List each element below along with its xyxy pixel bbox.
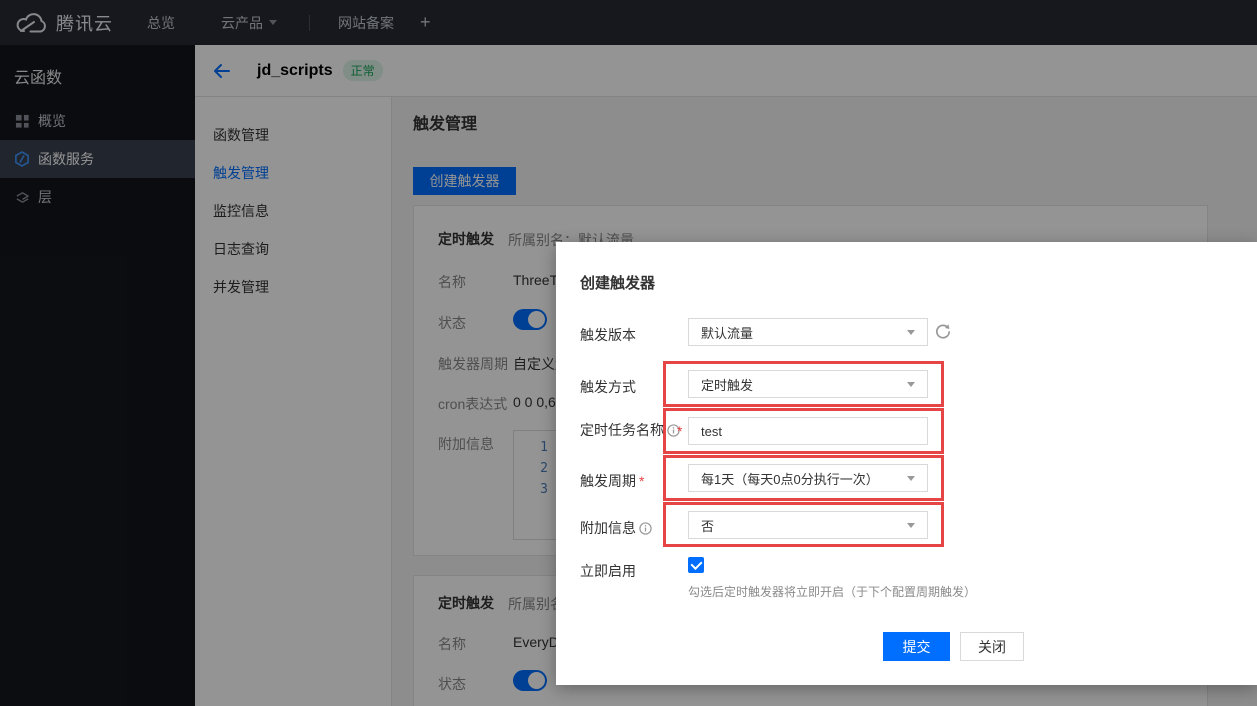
create-trigger-modal: 创建触发器 触发版本 默认流量 触发方式 定时触发 定时任务名称 * [556,242,1257,685]
submit-button[interactable]: 提交 [883,632,950,661]
trigger-method-select[interactable]: 定时触发 [688,370,928,398]
required-asterisk: * [677,423,682,439]
enable-now-label: 立即启用 [580,561,636,581]
refresh-icon[interactable] [933,322,953,342]
modal-title: 创建触发器 [580,272,655,293]
chevron-down-icon [907,382,915,387]
chevron-down-icon [907,330,915,335]
enable-now-checkbox-checked[interactable] [688,557,704,573]
trigger-version-label: 触发版本 [580,325,636,345]
trigger-version-select[interactable]: 默认流量 [688,318,928,346]
trigger-period-select[interactable]: 每1天（每天0点0分执行一次） [688,464,928,492]
enable-now-hint: 勾选后定时触发器将立即开启（于下个配置周期触发） [688,583,976,600]
screen: 腾讯云 总览 云产品 网站备案 + 云函数 概览 函数服务 [0,0,1257,706]
trigger-period-label: 触发周期 * [580,471,644,491]
chevron-down-icon [907,476,915,481]
required-asterisk: * [639,473,644,489]
chevron-down-icon [907,523,915,528]
trigger-method-label: 触发方式 [580,377,636,397]
task-name-input[interactable] [688,417,928,445]
extra-info-select[interactable]: 否 [688,511,928,539]
info-icon[interactable] [639,522,652,535]
close-button[interactable]: 关闭 [960,632,1024,661]
task-name-label: 定时任务名称 [580,420,680,440]
extra-info-label: 附加信息 [580,518,652,538]
